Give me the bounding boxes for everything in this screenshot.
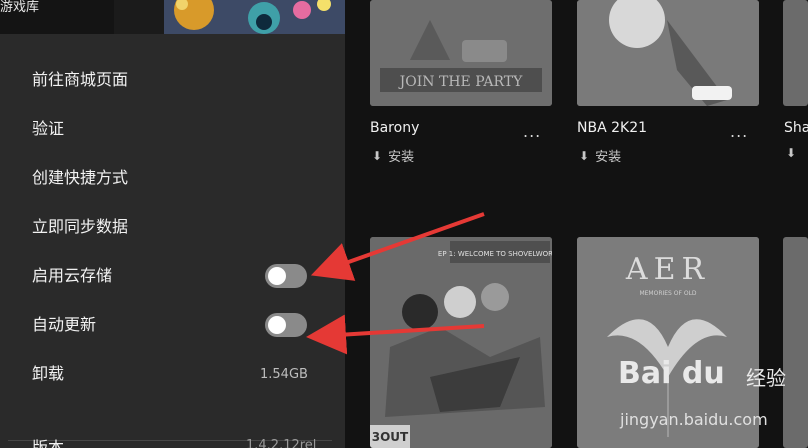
- arrow-auto-update: [306, 314, 485, 355]
- arrow-cloud-save: [310, 212, 485, 281]
- baidu-logo: Bai du: [618, 356, 725, 391]
- watermark-url: jingyan.baidu.com: [620, 410, 768, 429]
- baidu-watermark: Bai du 经验 jingyan.baidu.com: [618, 356, 808, 448]
- watermark-cn: 经验: [746, 366, 786, 390]
